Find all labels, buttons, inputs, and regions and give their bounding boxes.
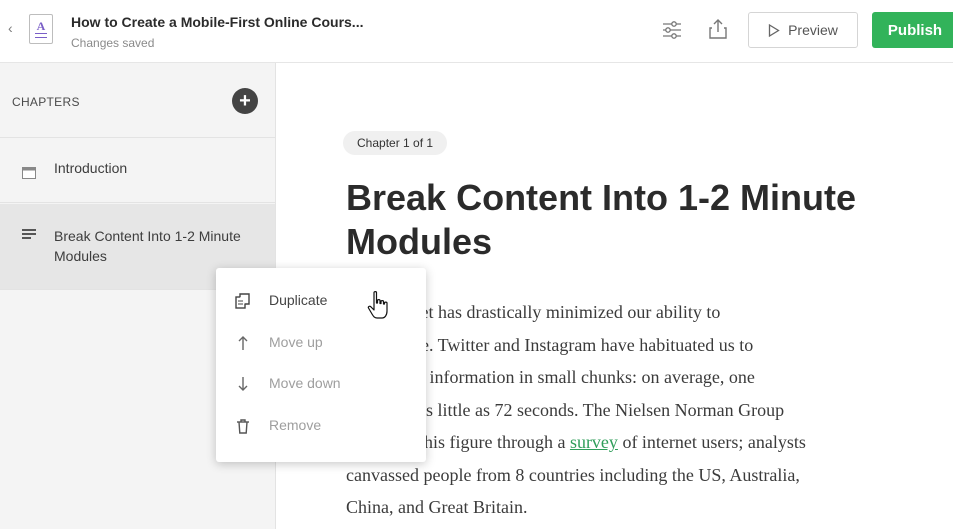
paragraph-line: canvassed people from 8 countries includ…: [346, 464, 800, 485]
preview-button[interactable]: Preview: [748, 12, 858, 48]
menu-item-label: Duplicate: [269, 292, 328, 308]
arrow-up-icon: [238, 336, 248, 350]
chapter-body: The internet has drastically minimized o…: [346, 296, 926, 524]
chapter-heading: Break Content Into 1-2 Minute Modules: [346, 177, 857, 262]
menu-item-move-down[interactable]: Move down: [216, 365, 426, 405]
paragraph-line: visit lasts as little as 72 seconds. The…: [346, 399, 785, 420]
text-lines-icon: [22, 229, 36, 239]
survey-link[interactable]: survey: [570, 432, 618, 452]
hand-cursor-icon: [367, 291, 388, 319]
paragraph-line: concentrate. Twitter and Instagram have …: [346, 334, 754, 355]
save-status: Changes saved: [71, 36, 155, 50]
arrow-down-icon: [238, 377, 248, 391]
top-bar: ‹ A How to Create a Mobile-First Online …: [0, 0, 953, 63]
document-icon: A: [29, 14, 53, 44]
play-triangle-icon: [768, 23, 780, 37]
menu-item-label: Remove: [269, 417, 322, 433]
paragraph-line: consuming information in small chunks: o…: [346, 367, 755, 387]
back-button[interactable]: ‹: [8, 20, 13, 36]
menu-item-duplicate[interactable]: Duplicate: [216, 282, 426, 322]
publish-button[interactable]: Publish: [872, 12, 953, 48]
chapter-context-menu: Duplicate Move up Move down Remove: [216, 268, 426, 462]
menu-item-move-up[interactable]: Move up: [216, 324, 426, 364]
chapters-heading: CHAPTERS: [12, 95, 80, 109]
sidebar-item-introduction[interactable]: Introduction: [0, 138, 275, 203]
document-letter: A: [36, 19, 46, 33]
menu-item-remove[interactable]: Remove: [216, 407, 426, 447]
sidebar-item-label: Introduction: [54, 160, 128, 176]
sidebar-item-label: Break Content Into 1-2 Minute Modules: [54, 228, 241, 264]
share-upload-icon[interactable]: [708, 18, 728, 40]
chapters-header: CHAPTERS +: [0, 63, 275, 138]
settings-sliders-icon[interactable]: [662, 21, 682, 39]
preview-label: Preview: [788, 22, 838, 38]
duplicate-icon: [235, 293, 250, 309]
page-icon: [22, 167, 36, 179]
course-title: How to Create a Mobile-First Online Cour…: [71, 14, 364, 30]
menu-item-label: Move down: [269, 375, 341, 391]
paragraph-line: The internet has drastically minimized o…: [346, 302, 721, 322]
paragraph-line: arrived at this figure through a survey …: [346, 432, 806, 452]
paragraph-line: China, and Great Britain.: [346, 497, 528, 517]
trash-icon: [237, 419, 249, 434]
chapter-badge: Chapter 1 of 1: [343, 131, 448, 155]
menu-item-label: Move up: [269, 334, 323, 350]
add-chapter-button[interactable]: +: [232, 88, 258, 114]
